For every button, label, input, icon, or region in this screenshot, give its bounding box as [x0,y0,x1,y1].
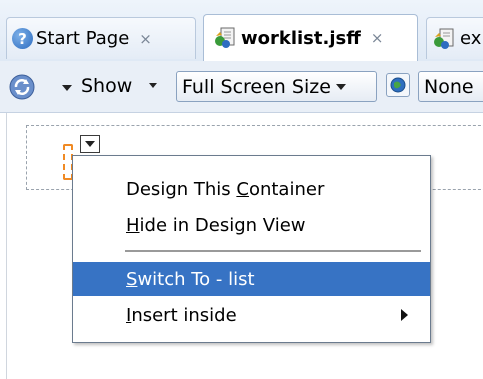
editor-tab-strip: ? Start Page × worklist.jsff × ex [0,0,483,62]
menu-item-label: Switch To - list [126,268,255,290]
tab-label: worklist.jsff [241,27,361,49]
globe-icon [390,77,406,93]
screen-size-select[interactable]: Full Screen Size [176,71,377,102]
canvas-edge [6,113,7,379]
help-icon: ? [12,28,33,49]
menu-item-design-this-container[interactable]: Design This Container [73,172,430,206]
tab-start-page[interactable]: ? Start Page × [6,17,196,59]
menu-item-switch-to-list[interactable]: Switch To - list [73,262,430,296]
jsf-file-icon [215,27,235,48]
design-toolbar: Show Full Screen Size None [0,61,483,113]
tab-ex[interactable]: ex [426,17,483,59]
chevron-down-icon [335,83,346,90]
close-icon[interactable]: × [371,29,384,47]
chevron-down-icon [85,141,95,147]
refresh-dropdown-icon[interactable] [62,85,72,91]
show-dropdown-icon[interactable] [149,83,157,88]
jsf-file-icon [434,28,454,49]
close-icon[interactable]: × [139,30,152,48]
tab-worklist-jsff[interactable]: worklist.jsff × [203,14,418,61]
container-dropdown-button[interactable] [80,135,100,153]
context-menu: Design This Container Hide in Design Vie… [72,155,431,343]
locale-value: None [424,75,474,98]
menu-item-insert-inside[interactable]: Insert inside [73,298,430,332]
globe-button[interactable] [386,73,410,97]
menu-separator [125,250,421,253]
locale-select[interactable]: None [418,71,483,102]
screen-size-value: Full Screen Size [182,75,331,98]
refresh-icon[interactable] [9,74,35,100]
menu-item-label: Design This Container [126,178,325,200]
menu-item-hide-in-design-view[interactable]: Hide in Design View [73,208,430,242]
tab-label: Start Page [36,28,130,49]
menu-item-label: Insert inside [126,304,237,326]
show-menu[interactable]: Show [81,75,132,97]
menu-item-label: Hide in Design View [126,214,306,236]
submenu-arrow-icon [401,309,408,321]
tab-label: ex [460,28,482,49]
